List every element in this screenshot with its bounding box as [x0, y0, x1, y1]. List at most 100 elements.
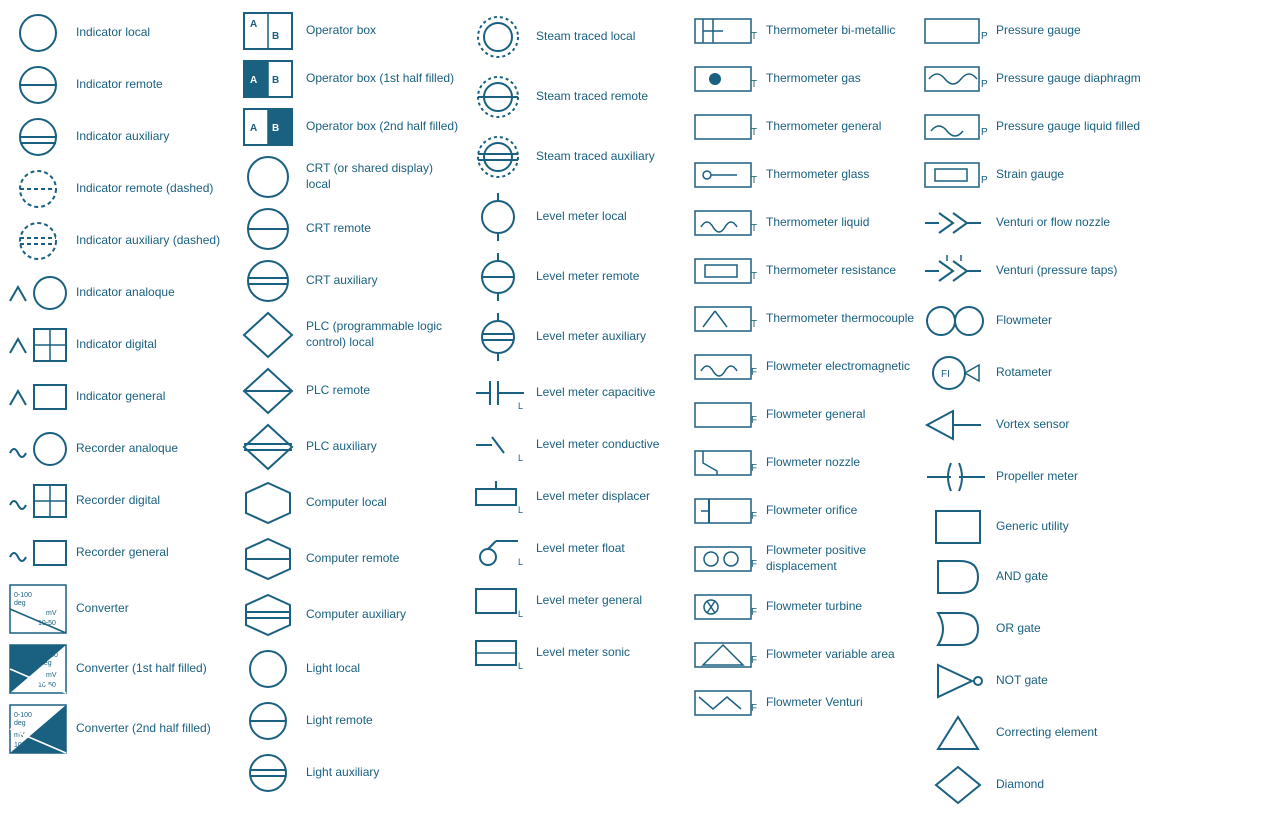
svg-text:B: B — [272, 75, 279, 86]
svg-text:A: A — [250, 19, 257, 30]
item-recorder-digital: Recorder digital — [4, 476, 234, 526]
svg-text:L: L — [518, 661, 523, 671]
symbol-light-auxiliary — [238, 751, 298, 795]
symbol-flowmeter-variable-area: F — [698, 635, 758, 675]
item-computer-local: Computer local — [234, 476, 464, 530]
item-plc-remote: PLC remote — [234, 364, 464, 418]
item-diamond: Diamond — [924, 760, 1154, 810]
item-flowmeter-nozzle: F Flowmeter nozzle — [694, 440, 924, 486]
label-operator-box-2nd: Operator box (2nd half filled) — [306, 119, 460, 135]
svg-text:T: T — [751, 79, 757, 90]
item-operator-box-1st: A B Operator box (1st half filled) — [234, 56, 464, 102]
label-steam-traced-auxiliary: Steam traced auxiliary — [536, 149, 690, 165]
item-recorder-general: Recorder general — [4, 528, 234, 578]
item-thermometer-general: T Thermometer general — [694, 104, 924, 150]
symbol-or-gate — [928, 607, 988, 651]
item-venturi-flow-nozzle: Venturi or flow nozzle — [924, 200, 1154, 246]
label-thermometer-gas: Thermometer gas — [766, 71, 920, 87]
label-recorder-general: Recorder general — [76, 545, 230, 561]
svg-text:0-100: 0-100 — [14, 712, 32, 719]
item-converter-1st: 0-100 deg mV 10-50 Converter (1st half f… — [4, 640, 234, 698]
item-flowmeter-orifice: F Flowmeter orifice — [694, 488, 924, 534]
item-flowmeter-positive-displacement: F Flowmeter positive displacement — [694, 536, 924, 582]
label-level-meter-float: Level meter float — [536, 541, 690, 557]
symbol-thermometer-glass: T — [698, 155, 758, 195]
item-level-meter-sonic: L Level meter sonic — [464, 628, 694, 678]
symbol-vortex-sensor — [928, 403, 988, 447]
item-flowmeter-variable-area: F Flowmeter variable area — [694, 632, 924, 678]
label-thermometer-thermocouple: Thermometer thermocouple — [766, 311, 920, 327]
svg-text:P: P — [981, 79, 988, 90]
label-indicator-local: Indicator local — [76, 25, 230, 41]
label-light-remote: Light remote — [306, 713, 460, 729]
label-indicator-analogue: Indicator analoque — [76, 285, 230, 301]
symbol-flowmeter — [928, 299, 988, 343]
svg-text:deg: deg — [14, 600, 26, 607]
svg-text:F: F — [751, 655, 757, 666]
symbol-thermometer-gas: T — [698, 59, 758, 99]
symbol-recorder-analogue — [8, 427, 68, 471]
label-pressure-gauge: Pressure gauge — [996, 23, 1150, 39]
symbol-light-remote — [238, 699, 298, 743]
label-flowmeter-positive-displacement: Flowmeter positive displacement — [766, 543, 920, 574]
svg-text:T: T — [751, 271, 757, 282]
col3: Steam traced local Steam traced remote — [464, 8, 694, 810]
main-grid: Indicator local Indicator remote Indicat… — [0, 0, 1262, 818]
symbol-operator-box-1st: A B — [238, 59, 298, 99]
symbol-plc-remote — [238, 367, 298, 415]
item-level-meter-conductive: L Level meter conductive — [464, 420, 694, 470]
label-steam-traced-local: Steam traced local — [536, 29, 690, 45]
item-crt-local: CRT (or shared display) local — [234, 152, 464, 202]
item-crt-remote: CRT remote — [234, 204, 464, 254]
item-steam-traced-remote: Steam traced remote — [464, 68, 694, 126]
symbol-level-meter-general: L — [468, 579, 528, 623]
svg-text:deg: deg — [40, 660, 52, 667]
symbol-level-meter-capacitive: L — [468, 371, 528, 415]
label-operator-box-1st: Operator box (1st half filled) — [306, 71, 460, 87]
label-indicator-remote-dashed: Indicator remote (dashed) — [76, 181, 230, 197]
item-light-remote: Light remote — [234, 696, 464, 746]
item-pressure-gauge: P Pressure gauge — [924, 8, 1154, 54]
item-indicator-analogue: Indicator analoque — [4, 268, 234, 318]
svg-text:mV: mV — [46, 610, 57, 617]
item-converter-2nd: 0-100 deg mV 10-50 Converter (2nd half f… — [4, 700, 234, 758]
label-crt-local: CRT (or shared display) local — [306, 161, 460, 192]
label-flowmeter-nozzle: Flowmeter nozzle — [766, 455, 920, 471]
label-recorder-analogue: Recorder analoque — [76, 441, 230, 457]
label-flowmeter-turbine: Flowmeter turbine — [766, 599, 920, 615]
symbol-crt-remote — [238, 207, 298, 251]
item-generic-utility: Generic utility — [924, 504, 1154, 550]
item-level-meter-capacitive: L Level meter capacitive — [464, 368, 694, 418]
item-pressure-gauge-liquid: P Pressure gauge liquid filled — [924, 104, 1154, 150]
label-and-gate: AND gate — [996, 569, 1150, 585]
label-indicator-auxiliary-dashed: Indicator auxiliary (dashed) — [76, 233, 230, 249]
symbol-strain-gauge: P — [928, 155, 988, 195]
item-strain-gauge: P Strain gauge — [924, 152, 1154, 198]
col2: A B Operator box A B Operator box (1st h… — [234, 8, 464, 810]
symbol-flowmeter-electromagnetic: F — [698, 347, 758, 387]
symbol-indicator-auxiliary — [8, 115, 68, 159]
symbol-indicator-digital — [8, 323, 68, 367]
item-computer-auxiliary: Computer auxiliary — [234, 588, 464, 642]
item-indicator-remote: Indicator remote — [4, 60, 234, 110]
label-plc-auxiliary: PLC auxiliary — [306, 439, 460, 455]
svg-text:L: L — [518, 557, 523, 567]
svg-text:P: P — [981, 127, 988, 138]
item-level-meter-remote: Level meter remote — [464, 248, 694, 306]
symbol-steam-traced-auxiliary — [468, 131, 528, 183]
item-indicator-auxiliary: Indicator auxiliary — [4, 112, 234, 162]
item-thermometer-thermocouple: T Thermometer thermocouple — [694, 296, 924, 342]
symbol-venturi-flow-nozzle — [928, 203, 988, 243]
svg-text:10-50: 10-50 — [38, 620, 56, 627]
item-vortex-sensor: Vortex sensor — [924, 400, 1154, 450]
item-thermometer-glass: T Thermometer glass — [694, 152, 924, 198]
symbol-level-meter-auxiliary — [468, 311, 528, 363]
label-strain-gauge: Strain gauge — [996, 167, 1150, 183]
label-flowmeter-venturi: Flowmeter Venturi — [766, 695, 920, 711]
symbol-thermometer-thermocouple: T — [698, 299, 758, 339]
svg-text:T: T — [751, 127, 757, 138]
symbol-plc-auxiliary — [238, 423, 298, 471]
col5: P Pressure gauge P Pressure gauge diaphr… — [924, 8, 1154, 810]
item-flowmeter-electromagnetic: F Flowmeter electromagnetic — [694, 344, 924, 390]
symbol-crt-auxiliary — [238, 259, 298, 303]
